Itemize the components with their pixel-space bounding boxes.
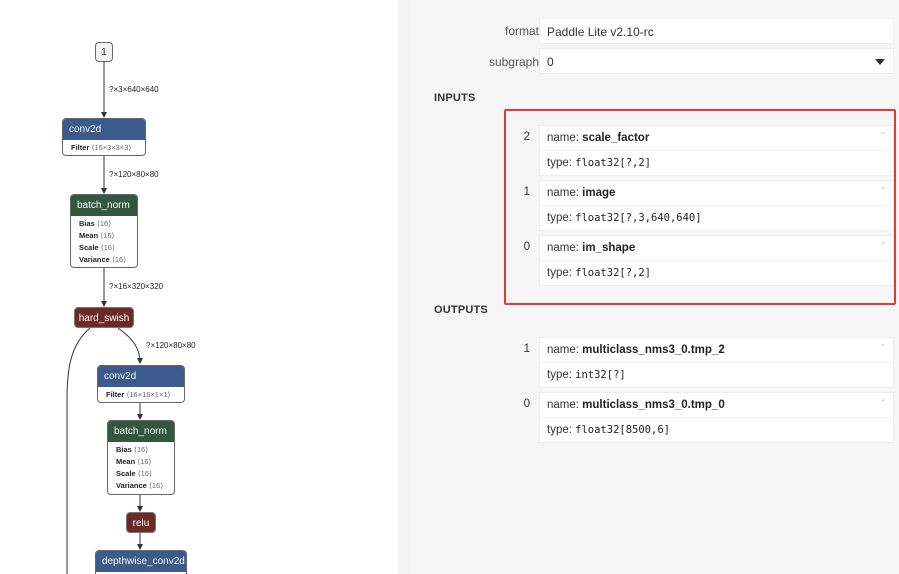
inputs-heading: INPUTS	[434, 92, 476, 104]
subgraph-select[interactable]: 0	[539, 48, 894, 74]
subgraph-value: 0	[547, 55, 554, 69]
node-title: depthwise_conv2d	[96, 551, 186, 572]
node-title: hard_swish	[75, 308, 133, 327]
attr-key: Scale	[116, 469, 136, 478]
panel-divider[interactable]	[398, 0, 410, 574]
expand-toggle[interactable]: -	[882, 395, 885, 406]
node-title: batch_norm	[108, 421, 174, 442]
attr-value: ⟨16⟩	[137, 469, 152, 478]
edge-label: ?×16×320×320	[109, 282, 164, 291]
subgraph-label: subgraph	[488, 55, 539, 69]
node-depthwise-conv2d[interactable]: depthwise_conv2d	[95, 550, 187, 574]
edge-label: ?×3×640×640	[109, 85, 159, 94]
attr-value: ⟨16⟩	[100, 243, 115, 252]
attr-key: Variance	[116, 481, 147, 490]
inputs-highlight-box	[504, 109, 896, 305]
node-conv2d[interactable]: conv2d Filter ⟨16×3×3×3⟩	[62, 118, 146, 156]
attr-value: ⟨16⟩	[148, 481, 164, 490]
attr-key: Variance	[79, 255, 110, 264]
output-type: int32[?]	[575, 369, 626, 381]
attr-key: Scale	[79, 243, 99, 252]
expand-toggle[interactable]: -	[882, 340, 885, 351]
attr-key: Filter	[71, 143, 90, 152]
attr-value: ⟨16⟩	[133, 445, 149, 454]
graph-edges	[66, 62, 143, 574]
attr-key: Bias	[116, 445, 132, 454]
attr-value: ⟨16⟩	[96, 219, 112, 228]
chevron-down-icon[interactable]	[875, 59, 885, 65]
type-label: type:	[547, 424, 576, 436]
attr-key: Mean	[79, 231, 99, 240]
edge	[66, 327, 91, 574]
edge	[117, 327, 143, 364]
attr-value: ⟨16×3×3×3⟩	[91, 143, 132, 152]
output-type: float32[8500,6]	[575, 424, 670, 436]
name-label: name:	[547, 344, 583, 356]
model-properties-panel: format Paddle Lite v2.10-rc subgraph 0 I…	[410, 0, 899, 574]
output-name: multiclass_nms3_0.tmp_2	[582, 344, 725, 356]
output-index: 1	[523, 343, 530, 355]
output-name: multiclass_nms3_0.tmp_0	[582, 399, 725, 411]
attr-value: ⟨16⟩	[111, 255, 127, 264]
outputs-heading: OUTPUTS	[434, 304, 488, 316]
attr-key: Filter	[106, 390, 125, 399]
node-conv2d[interactable]: conv2d Filter ⟨16×16×1×1⟩	[97, 365, 185, 403]
node-batch-norm[interactable]: batch_norm Bias ⟨16⟩ Mean ⟨16⟩ Scale ⟨16…	[107, 420, 175, 495]
node-title: batch_norm	[71, 195, 137, 216]
attr-key: Mean	[116, 457, 136, 466]
node-title: conv2d	[63, 119, 145, 140]
type-label: type:	[547, 369, 576, 381]
name-label: name:	[547, 399, 583, 411]
node-title: relu	[127, 513, 155, 532]
graph-view[interactable]: 1 ?×3×640×640 ?×120×80×80 ?×16×320×320 ?…	[0, 0, 398, 574]
output-index: 0	[523, 398, 530, 410]
attr-value: ⟨16⟩	[100, 231, 115, 240]
format-label: format	[504, 24, 539, 38]
attr-value: ⟨16⟩	[137, 457, 152, 466]
format-value: Paddle Lite v2.10-rc	[539, 18, 894, 44]
graph-input-node[interactable]: 1	[95, 42, 113, 62]
node-hard-swish[interactable]: hard_swish	[74, 307, 134, 328]
attr-key: Bias	[79, 219, 95, 228]
attr-value: ⟨16×16×1×1⟩	[126, 390, 171, 399]
node-relu[interactable]: relu	[126, 512, 156, 533]
node-batch-norm[interactable]: batch_norm Bias ⟨16⟩ Mean ⟨16⟩ Scale ⟨16…	[70, 194, 138, 268]
edge-label: ?×120×80×80	[146, 341, 196, 350]
output-argument[interactable]: name: multiclass_nms3_0.tmp_2 type: int3…	[539, 337, 894, 388]
edge-label: ?×120×80×80	[109, 170, 159, 179]
node-title: conv2d	[98, 366, 184, 387]
output-argument[interactable]: name: multiclass_nms3_0.tmp_0 type: floa…	[539, 392, 894, 443]
